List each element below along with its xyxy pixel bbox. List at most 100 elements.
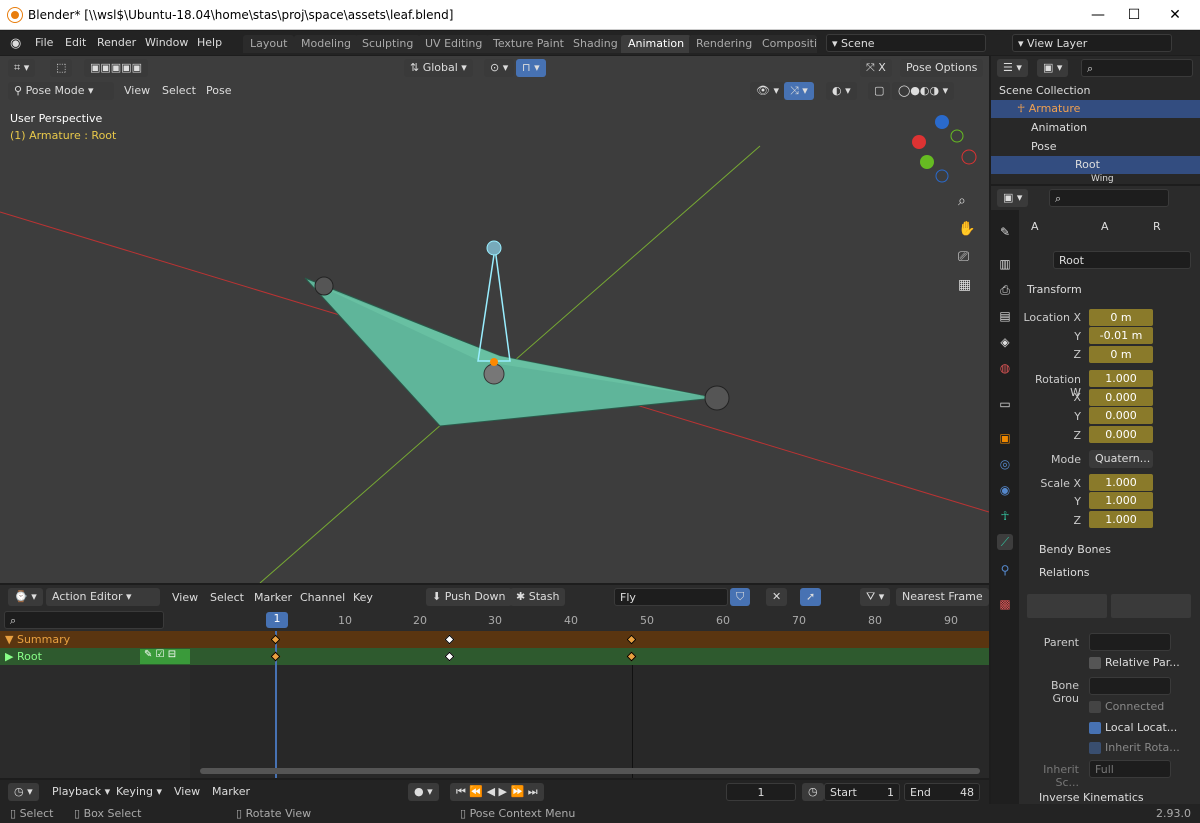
connected-checkbox[interactable] [1089, 701, 1101, 713]
outliner-row-animation[interactable]: Animation [991, 119, 1200, 137]
maximize-button[interactable]: ☐ [1114, 4, 1154, 26]
menu-channel[interactable]: Channel [300, 591, 345, 604]
tab-rendering[interactable]: Rendering [689, 35, 760, 53]
push-down-button[interactable]: ⬇ Push Down [426, 588, 512, 606]
blender-menu-icon[interactable]: ◉ [10, 36, 21, 51]
scale-z-field[interactable]: 1.000 [1089, 511, 1153, 528]
menu-select[interactable]: Select [162, 84, 196, 97]
menu-marker[interactable]: Marker [212, 785, 250, 798]
bone-name-field[interactable]: Root [1053, 251, 1191, 269]
tab-compositing[interactable]: Compositing [755, 35, 817, 53]
relative-parent-checkbox[interactable] [1089, 657, 1101, 669]
display-mode-button[interactable]: ▣ ▾ [1037, 59, 1069, 77]
local-location-checkbox[interactable] [1089, 722, 1101, 734]
bone-constraint-tab-icon[interactable]: ⚲ [997, 562, 1013, 578]
tab-uv-editing[interactable]: UV Editing [418, 35, 490, 53]
action-editor[interactable]: ⌚ ▾ Action Editor ▾ View Select Marker C… [0, 585, 989, 778]
parent-field[interactable] [1089, 633, 1171, 651]
mode-select[interactable]: Action Editor ▾ [46, 588, 160, 606]
bone-tab-icon[interactable]: ⟋ [997, 534, 1013, 550]
inherit-scale-select[interactable]: Full [1089, 760, 1171, 778]
outliner-row-armature[interactable]: ☥ Armature [991, 100, 1200, 118]
select-tool-button[interactable]: ⬚ [50, 59, 73, 77]
camera-icon[interactable]: ⎚ [958, 249, 969, 265]
snap-mode-select[interactable]: Nearest Frame [896, 588, 989, 606]
menu-key[interactable]: Key [353, 591, 373, 604]
action-name-field[interactable]: Fly [614, 588, 728, 606]
horizontal-scrollbar[interactable] [200, 768, 980, 774]
rotation-z-field[interactable]: 0.000 [1089, 426, 1153, 443]
bone-tab-a[interactable]: A [1031, 220, 1039, 233]
inherit-rotation-checkbox[interactable] [1089, 742, 1101, 754]
menu-view[interactable]: View [174, 785, 200, 798]
properties-search[interactable]: ⌕ [1049, 189, 1169, 207]
close-button[interactable]: ✕ [1155, 4, 1195, 26]
scale-x-field[interactable]: 1.000 [1089, 474, 1153, 491]
tab-texture-paint[interactable]: Texture Paint [486, 35, 571, 53]
bone-group-field[interactable] [1089, 677, 1171, 695]
bendy-bones-panel-header[interactable]: Bendy Bones [1039, 543, 1111, 556]
world-tab-icon[interactable]: ◍ [997, 360, 1013, 376]
shading-buttons[interactable]: ◯●◐◑ ▾ [892, 82, 955, 100]
tab-layout[interactable]: Layout [243, 35, 295, 53]
tab-animation[interactable]: Animation [621, 35, 692, 53]
output-tab-icon[interactable]: ⎙ [997, 282, 1013, 298]
render-tab-icon[interactable]: ▥ [997, 256, 1013, 272]
menu-view[interactable]: View [172, 591, 198, 604]
channel-search[interactable]: ⌕ [4, 611, 164, 629]
pose-options-button[interactable]: Pose Options [900, 59, 984, 77]
start-frame-field[interactable]: Start 1 [824, 783, 900, 801]
rotation-w-field[interactable]: 1.000 [1089, 370, 1153, 387]
outliner-row-pose[interactable]: Pose [991, 138, 1200, 156]
rotation-x-field[interactable]: 0.000 [1089, 389, 1153, 406]
outliner-row-root[interactable]: Root [991, 156, 1200, 174]
only-selected-button[interactable]: ➚ [800, 588, 822, 606]
overlay-button[interactable]: ◐ ▾ [826, 82, 857, 100]
root-channel-row[interactable]: ▶ Root ✎ ☑ ⊟ [0, 648, 989, 665]
navigation-gizmo[interactable] [905, 114, 980, 189]
xray-button[interactable]: ▢ [868, 82, 891, 100]
menu-view[interactable]: View [124, 84, 150, 97]
physics-tab-icon[interactable]: ◉ [997, 482, 1013, 498]
texture-tab-icon[interactable]: ▩ [997, 596, 1013, 612]
rotation-mode-select[interactable]: Quatern... [1089, 450, 1153, 468]
end-frame-field[interactable]: End 48 [904, 783, 980, 801]
filter-button[interactable]: ⛛ ▾ [860, 588, 891, 606]
outliner-search[interactable]: ⌕ [1081, 59, 1193, 77]
outliner-type-button[interactable]: ☰ ▾ [997, 59, 1028, 77]
gizmo-button[interactable]: ⤨ ▾ [784, 82, 814, 100]
ortho-grid-icon[interactable]: ▦ [958, 277, 971, 293]
tab-sculpting[interactable]: Sculpting [355, 35, 421, 53]
properties-editor[interactable]: ▣ ▾ ⌕ A A R Root Transform Location X 0 … [991, 186, 1200, 806]
outliner-row-scene-collection[interactable]: Scene Collection [991, 82, 1200, 100]
view-layer-tab-icon[interactable]: ▤ [997, 308, 1013, 324]
tab-modeling[interactable]: Modeling [294, 35, 359, 53]
minimize-button[interactable]: — [1078, 4, 1118, 26]
frame-ruler[interactable]: 1 10 20 30 40 50 60 70 80 90 [192, 609, 989, 631]
relations-panel-header[interactable]: Relations [1039, 566, 1090, 579]
scene-tab-icon[interactable]: ◈ [997, 334, 1013, 350]
modifier-tab-icon[interactable]: ◎ [997, 456, 1013, 472]
menu-render[interactable]: Render [97, 36, 136, 49]
tab-shading[interactable]: Shading [566, 35, 625, 53]
pan-icon[interactable]: ✋ [958, 221, 975, 237]
menu-file[interactable]: File [35, 36, 53, 49]
menu-keying[interactable]: Keying ▾ [116, 785, 162, 798]
object-tab-icon[interactable]: ▣ [997, 430, 1013, 446]
view-layer-selector[interactable]: ▾ View Layer [1012, 34, 1172, 52]
stash-button[interactable]: ✱ Stash [510, 588, 566, 606]
timeline-header[interactable]: ◷ ▾ Playback ▾ Keying ▾ View Marker ● ▾ … [0, 780, 989, 804]
transform-panel-header[interactable]: Transform [1027, 283, 1082, 296]
auto-keying-button[interactable]: ● ▾ [408, 783, 439, 801]
pivot-point-button[interactable]: ⊙ ▾ [484, 59, 515, 77]
mirror-x-button[interactable]: ⤧ X [860, 59, 892, 77]
location-z-field[interactable]: 0 m [1089, 346, 1153, 363]
summary-row[interactable]: ▼ Summary [0, 631, 989, 648]
outliner[interactable]: ☰ ▾ ▣ ▾ ⌕ Scene Collection ☥ Armature An… [991, 56, 1200, 184]
rotation-y-field[interactable]: 0.000 [1089, 407, 1153, 424]
bone-tab-b[interactable]: A [1101, 220, 1109, 233]
menu-select[interactable]: Select [210, 591, 244, 604]
menu-window[interactable]: Window [145, 36, 188, 49]
inverse-kinematics-panel-header[interactable]: Inverse Kinematics [1039, 791, 1144, 804]
snap-button[interactable]: ⊓ ▾ [516, 59, 546, 77]
